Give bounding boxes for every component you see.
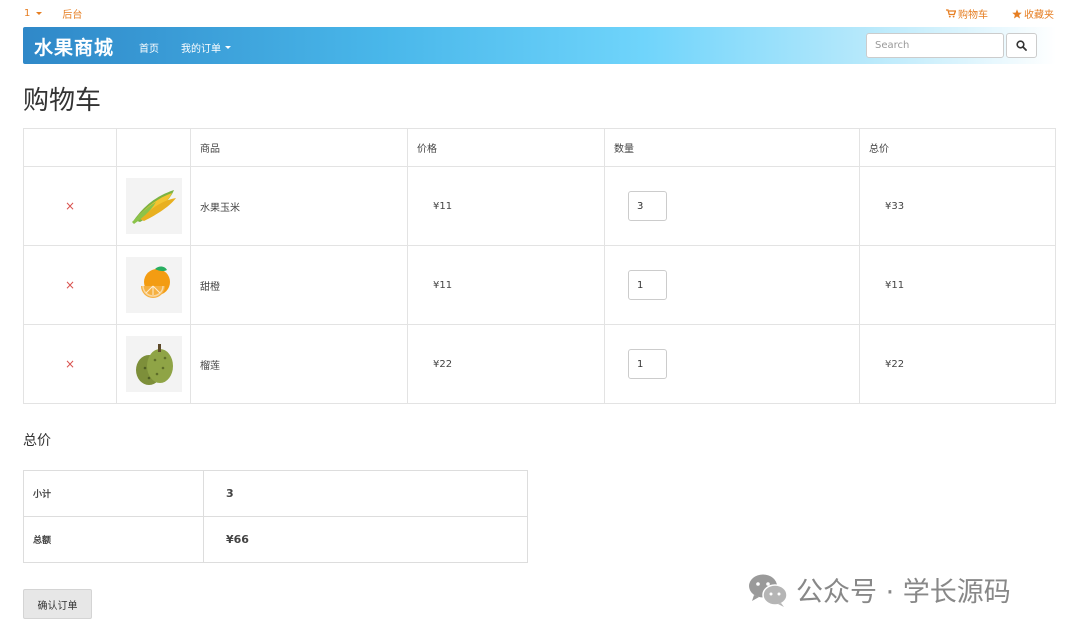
nav-orders-label: 我的订单	[181, 44, 221, 55]
corn-image[interactable]	[126, 178, 182, 234]
column-header-product: 商品	[190, 128, 408, 167]
cart-link-label: 购物车	[958, 10, 988, 21]
product-price: ¥11	[407, 245, 605, 325]
quantity-cell	[604, 245, 860, 325]
product-name: 水果玉米	[190, 166, 408, 246]
cart-link[interactable]: 购物车	[946, 6, 988, 21]
subtotal-row: 小计 3	[23, 470, 528, 517]
table-row: × 榴莲 ¥22 1 ¥22	[23, 324, 1056, 404]
brand-logo[interactable]: 水果商城	[34, 33, 114, 60]
product-price: ¥22	[407, 324, 605, 404]
amount-value: ¥66	[203, 516, 528, 563]
corn-icon	[132, 190, 176, 224]
product-total: ¥11	[859, 245, 1056, 325]
image-cell	[116, 245, 191, 325]
watermark: 公众号 · 学长源码	[748, 570, 1011, 609]
caret-down-icon	[36, 12, 43, 15]
column-header-image	[116, 128, 191, 167]
search-input[interactable]	[866, 33, 1004, 58]
remove-item-button[interactable]: ×	[65, 357, 75, 371]
remove-cell: ×	[23, 324, 117, 404]
column-header-price: 价格	[407, 128, 605, 167]
image-cell	[116, 324, 191, 404]
product-total: ¥22	[859, 324, 1056, 404]
image-cell	[116, 166, 191, 246]
shopping-cart-icon	[946, 9, 956, 18]
admin-link[interactable]: 后台	[62, 6, 82, 21]
remove-cell: ×	[23, 166, 117, 246]
quantity-input[interactable]	[628, 191, 667, 221]
table-row: × 甜橙 ¥11 1 ¥11	[23, 245, 1056, 325]
column-header-remove	[23, 128, 117, 167]
wechat-icon	[749, 574, 788, 607]
remove-cell: ×	[23, 245, 117, 325]
quantity-input[interactable]	[628, 349, 667, 379]
navbar: 水果商城 首页 我的订单	[23, 27, 1056, 64]
user-menu[interactable]: 1	[24, 8, 43, 19]
confirm-order-button[interactable]: 确认订单	[23, 589, 92, 619]
star-icon	[1012, 8, 1022, 18]
search-button[interactable]	[1006, 33, 1037, 58]
top-bar-right: 购物车 收藏夹	[946, 6, 1054, 21]
favorites-link[interactable]: 收藏夹	[1012, 6, 1054, 21]
orange-image[interactable]	[126, 257, 182, 313]
search-icon	[1016, 40, 1027, 51]
quantity-cell	[604, 324, 860, 404]
product-name: 榴莲	[190, 324, 408, 404]
cart-table: 商品 价格 数量 总价 × 水果玉米 ¥11 3 ¥33 × 甜橙 ¥11 1 …	[23, 128, 1056, 404]
favorites-link-label: 收藏夹	[1024, 10, 1054, 21]
quantity-cell	[604, 166, 860, 246]
subtotal-value: 3	[203, 470, 528, 517]
subtotal-label: 小计	[23, 470, 204, 517]
product-price: ¥11	[407, 166, 605, 246]
orange-icon	[141, 266, 170, 298]
remove-item-button[interactable]: ×	[65, 278, 75, 292]
product-total: ¥33	[859, 166, 1056, 246]
column-header-quantity: 数量	[604, 128, 860, 167]
caret-down-icon	[225, 46, 231, 49]
column-header-total: 总价	[859, 128, 1056, 167]
durian-icon	[136, 344, 173, 385]
total-heading: 总价	[23, 433, 51, 449]
amount-label: 总额	[23, 516, 204, 563]
product-name: 甜橙	[190, 245, 408, 325]
top-bar: 1 后台 购物车 收藏夹	[0, 0, 1080, 24]
nav-orders-dropdown[interactable]: 我的订单	[181, 40, 231, 55]
top-bar-left: 1 后台	[24, 6, 82, 21]
watermark-text: 公众号 · 学长源码	[796, 577, 1011, 608]
nav-home-link[interactable]: 首页	[139, 40, 159, 55]
remove-item-button[interactable]: ×	[65, 199, 75, 213]
table-row: × 水果玉米 ¥11 ¥33	[23, 166, 1056, 246]
amount-row: 总额 ¥66	[23, 516, 528, 563]
cart-table-header-row: 商品 价格 数量 总价	[23, 128, 1056, 167]
durian-image[interactable]	[126, 336, 182, 392]
user-menu-label: 1	[24, 8, 31, 19]
page-title: 购物车	[23, 86, 102, 116]
quantity-input[interactable]	[628, 270, 667, 300]
summary-table: 小计 3 总额 ¥66	[23, 470, 528, 563]
